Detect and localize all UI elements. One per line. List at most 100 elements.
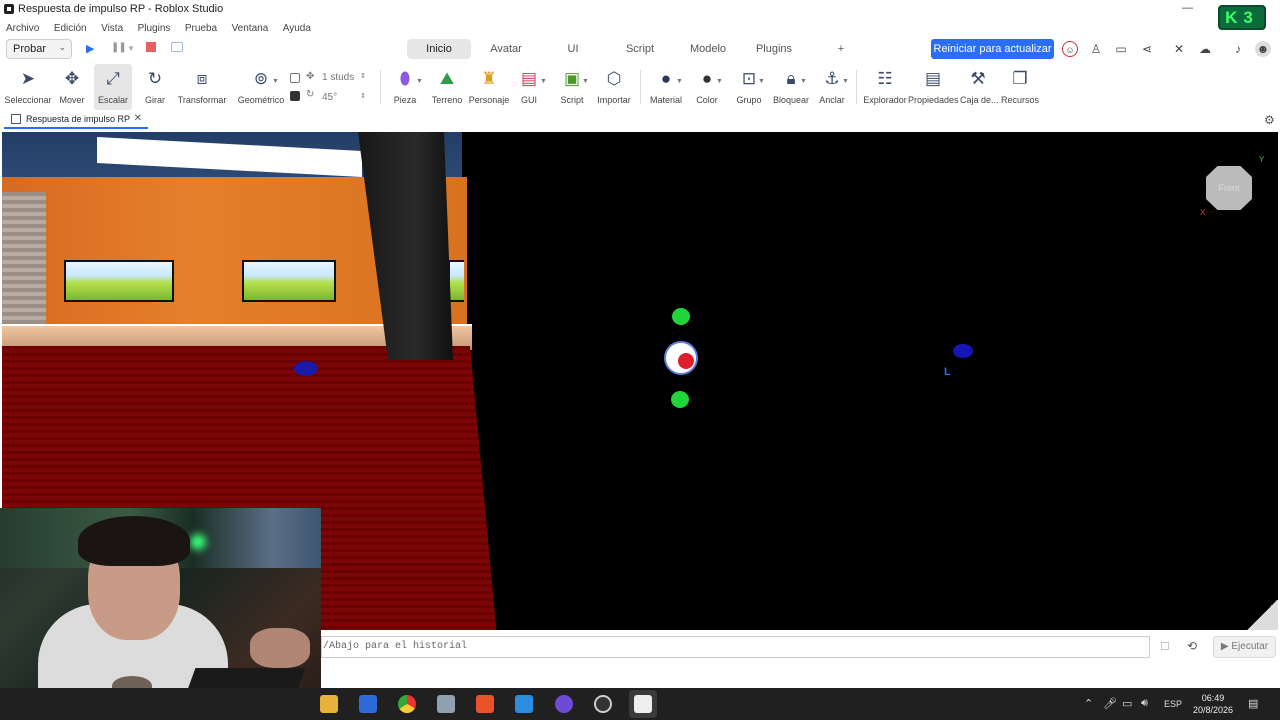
minimize-icon[interactable]: — xyxy=(1182,2,1193,14)
gui-dropdown-icon[interactable]: ▼ xyxy=(540,78,547,85)
gear-icon[interactable]: ⚙ xyxy=(1264,113,1275,127)
tab-script[interactable]: Script xyxy=(614,39,666,59)
menu-edicion[interactable]: Edición xyxy=(54,21,87,37)
snap-move-checkbox[interactable] xyxy=(290,73,300,83)
chrome-icon[interactable] xyxy=(398,695,416,713)
tab-avatar[interactable]: Avatar xyxy=(479,39,533,59)
lock-dropdown-icon[interactable]: ▼ xyxy=(800,78,807,85)
transform-tool[interactable]: ⧈ Transformar xyxy=(176,64,228,110)
terrain-tool[interactable]: ⛰ Terreno xyxy=(430,64,464,110)
pause-icon[interactable]: ❚❚ xyxy=(111,42,127,53)
discord-icon[interactable] xyxy=(555,695,573,713)
part-tool[interactable]: ⬮ Pieza xyxy=(390,64,420,110)
resize-handle[interactable] xyxy=(1246,600,1278,630)
network-icon[interactable]: ▭ xyxy=(1122,697,1132,710)
part-dropdown-icon[interactable]: ▼ xyxy=(416,78,423,85)
avatar-icon[interactable]: ☺ xyxy=(1062,41,1078,57)
stop-icon[interactable] xyxy=(146,42,156,52)
geometric-tool[interactable]: ⊚ Geométrico xyxy=(236,64,286,110)
menu-prueba[interactable]: Prueba xyxy=(185,21,217,37)
gui-tool[interactable]: ▤ GUI xyxy=(514,64,544,110)
lock-tool[interactable]: 🔒︎ Bloquear xyxy=(770,64,812,110)
character-tool[interactable]: ♜ Personaje xyxy=(468,64,510,110)
chevron-up-icon[interactable]: ⌃ xyxy=(1084,697,1093,710)
clock-time: 06:49 xyxy=(1201,693,1225,703)
tab-plugins[interactable]: Plugins xyxy=(750,39,798,59)
color-dropdown-icon[interactable]: ▼ xyxy=(716,78,723,85)
system-clock[interactable]: 06:49 20/8/2026 xyxy=(1190,692,1236,716)
scale-tool[interactable]: ⤢ Escalar xyxy=(94,64,132,110)
command-input[interactable]: /Abajo para el historial xyxy=(321,636,1150,658)
tab-modelo[interactable]: Modelo xyxy=(682,39,734,59)
menu-ventana[interactable]: Ventana xyxy=(232,21,269,37)
notepad-icon[interactable] xyxy=(359,695,377,713)
toolbox-button[interactable]: ⚒ Caja de... xyxy=(960,64,999,110)
app-icon[interactable] xyxy=(437,695,455,713)
geometric-dropdown-icon[interactable]: ▼ xyxy=(272,78,279,85)
cloud-icon[interactable]: ☁ xyxy=(1197,41,1213,57)
green-point[interactable] xyxy=(671,391,689,408)
tab-inicio[interactable]: Inicio xyxy=(407,39,471,59)
material-tool[interactable]: ● Material xyxy=(648,64,684,110)
select-tool[interactable]: ➤ Seleccionar xyxy=(4,64,52,110)
microphone-icon[interactable]: 🎤︎ xyxy=(1103,697,1117,710)
snap-move-stepper-icon[interactable]: ⇕ xyxy=(360,72,366,80)
selected-ball[interactable] xyxy=(664,341,698,375)
bookmark-icon[interactable]: ☐ xyxy=(1160,640,1170,653)
share-icon[interactable]: ⋖ xyxy=(1139,41,1155,57)
script-tool[interactable]: ▣ Script xyxy=(556,64,588,110)
mode-select[interactable]: Probar ⌄ xyxy=(6,39,72,59)
explorer-button[interactable]: ☷ Explorador xyxy=(862,64,908,110)
anchor-dropdown-icon[interactable]: ▼ xyxy=(842,78,849,85)
roblox-studio-taskbar-icon[interactable] xyxy=(634,695,652,713)
add-tab-button[interactable]: + xyxy=(832,39,850,59)
rotate-tool[interactable]: ↻ Girar xyxy=(138,64,172,110)
collaborators-icon[interactable]: ♙ xyxy=(1088,41,1104,57)
history-icon[interactable]: ⟲ xyxy=(1187,639,1197,653)
move-tool[interactable]: ✥ Mover xyxy=(54,64,90,110)
notifications-icon[interactable]: ♪ xyxy=(1230,41,1246,57)
group-tool[interactable]: ⊡ Grupo xyxy=(732,64,766,110)
anchor-tool[interactable]: ⚓︎ Anclar xyxy=(814,64,850,110)
blue-point[interactable] xyxy=(294,361,318,376)
assets-button[interactable]: ❐ Recursos xyxy=(1000,64,1040,110)
properties-button[interactable]: ▤ Propiedades xyxy=(908,64,959,110)
script-dropdown-icon[interactable]: ▼ xyxy=(582,78,589,85)
material-dropdown-icon[interactable]: ▼ xyxy=(676,78,683,85)
snap-rotate-stepper-icon[interactable]: ⇕ xyxy=(360,92,366,100)
snap-rotate-checkbox[interactable] xyxy=(290,91,300,101)
blue-point[interactable] xyxy=(953,344,973,358)
brave-icon[interactable] xyxy=(476,695,494,713)
green-point[interactable] xyxy=(672,308,690,325)
vscode-icon[interactable] xyxy=(515,695,533,713)
notification-center-icon[interactable]: ▤ xyxy=(1248,697,1258,710)
pause-dropdown-icon[interactable]: ▼ xyxy=(127,44,135,53)
view-cube[interactable]: Front xyxy=(1206,166,1252,210)
group-dropdown-icon[interactable]: ▼ xyxy=(758,78,765,85)
menu-ayuda[interactable]: Ayuda xyxy=(283,21,311,37)
volume-icon[interactable]: 🔊︎ xyxy=(1141,697,1148,710)
chat-icon[interactable]: ▭ xyxy=(1113,41,1129,57)
menu-plugins[interactable]: Plugins xyxy=(138,21,171,37)
color-tool[interactable]: ● Color xyxy=(690,64,724,110)
mode-select-value: Probar xyxy=(13,43,47,55)
snap-rotate-value[interactable]: 45° xyxy=(322,92,337,103)
menu-vista[interactable]: Vista xyxy=(101,21,123,37)
community-icon[interactable]: ✕ xyxy=(1171,41,1187,57)
document-tab[interactable]: Respuesta de impulso RP ✕ xyxy=(4,111,148,129)
obs-icon[interactable] xyxy=(594,695,612,713)
snap-move-value[interactable]: 1 studs xyxy=(322,72,354,83)
import-tool[interactable]: ⬡ Importar xyxy=(594,64,634,110)
language-indicator[interactable]: ESP xyxy=(1164,699,1182,709)
menu-archivo[interactable]: Archivo xyxy=(6,21,39,37)
file-explorer-icon[interactable] xyxy=(320,695,338,713)
screenshot-icon[interactable] xyxy=(171,42,183,52)
play-icon[interactable]: ▶ xyxy=(86,42,94,55)
profile-icon[interactable]: ☻ xyxy=(1255,41,1271,57)
restart-to-update-button[interactable]: Reiniciar para actualizar xyxy=(931,39,1054,59)
webcam-overlay xyxy=(0,508,321,688)
run-button[interactable]: ▶ Ejecutar xyxy=(1213,636,1276,658)
tab-ui[interactable]: UI xyxy=(553,39,593,59)
transform-tool-label: Transformar xyxy=(177,95,227,105)
close-icon[interactable]: ✕ xyxy=(134,111,142,127)
